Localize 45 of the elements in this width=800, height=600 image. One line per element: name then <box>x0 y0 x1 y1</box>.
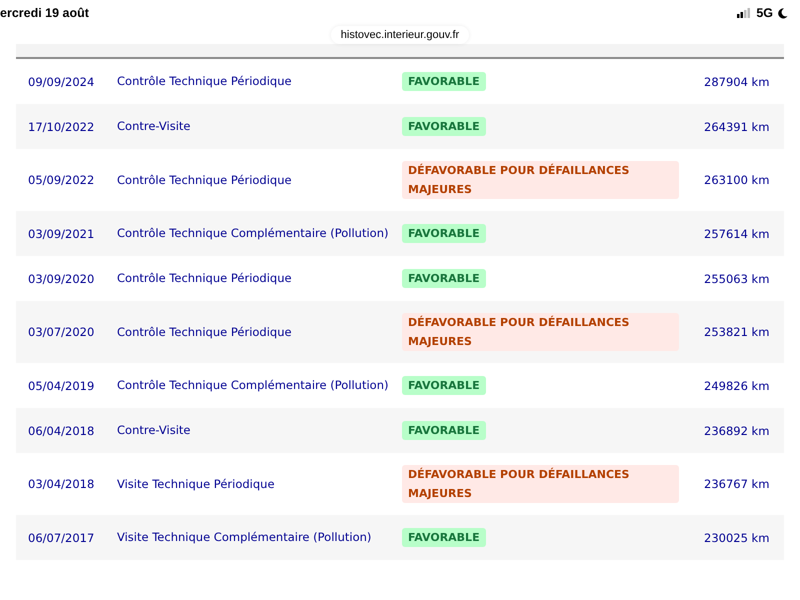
result-badge: FAVORABLE <box>402 224 486 243</box>
date-cell-text: 06/04/2018 <box>27 424 96 438</box>
result-badge: DÉFAVORABLE POUR DÉFAILLANCES MAJEURES <box>402 161 679 199</box>
result-badge: DÉFAVORABLE POUR DÉFAILLANCES MAJEURES <box>402 465 679 503</box>
result-badge: FAVORABLE <box>402 528 486 547</box>
inspection-type-cell-text: Contre-Visite <box>117 118 192 135</box>
mileage-cell-text: 236767 km <box>704 477 770 491</box>
date-cell-text: 03/04/2018 <box>27 477 96 491</box>
date-cell-text: 03/09/2021 <box>27 226 96 240</box>
inspection-type-cell-text: Contrôle Technique Complémentaire (Pollution) <box>117 377 390 394</box>
result-badge: FAVORABLE <box>402 421 486 440</box>
result-badge: FAVORABLE <box>402 117 486 136</box>
mileage-cell-text: 264391 km <box>704 120 770 134</box>
mileage-cell-text: 236892 km <box>704 424 770 438</box>
inspection-type-cell-text: Contrôle Technique Périodique <box>117 172 293 188</box>
signal-icon <box>737 8 752 18</box>
mileage-cell-text: 255063 km <box>704 272 770 286</box>
date-cell-text: 05/04/2019 <box>27 378 96 392</box>
mileage-cell-text: 253821 km <box>704 325 770 339</box>
mileage-cell-text: 230025 km <box>704 530 770 544</box>
result-badge: DÉFAVORABLE POUR DÉFAILLANCES MAJEURES <box>402 313 679 351</box>
mileage-cell-text: 249826 km <box>704 378 770 392</box>
mileage-cell-text: 257614 km <box>704 226 770 240</box>
date-cell-text: 09/09/2024 <box>27 74 96 88</box>
date-cell-text: 03/07/2020 <box>27 325 96 339</box>
inspection-type-cell-text: Contrôle Technique Périodique <box>117 73 293 90</box>
moon-icon <box>778 8 788 18</box>
inspection-type-cell-text: Contrôle Technique Complémentaire (Pollution) <box>117 225 390 242</box>
mileage-cell-text: 263100 km <box>704 173 770 187</box>
date-cell-text: 06/07/2017 <box>27 530 96 544</box>
date-cell-text: 17/10/2022 <box>27 120 96 134</box>
network-label: 5G <box>756 6 773 20</box>
inspection-type-cell-text: Contrôle Technique Périodique <box>117 324 293 340</box>
date-cell-text: 05/09/2022 <box>27 173 96 187</box>
address-bar[interactable]: histovec.interieur.gouv.fr <box>330 26 470 44</box>
date-cell-text: 03/09/2020 <box>27 272 96 286</box>
inspection-type-cell-text: Visite Technique Périodique <box>117 476 276 492</box>
inspection-type-cell-text: Contrôle Technique Périodique <box>117 270 293 287</box>
inspection-type-cell-text: Contre-Visite <box>117 422 192 439</box>
mileage-cell-text: 287904 km <box>704 74 770 88</box>
result-badge: FAVORABLE <box>402 72 486 91</box>
result-badge: FAVORABLE <box>402 376 486 395</box>
status-date: ercredi 19 août <box>0 6 89 20</box>
result-badge: FAVORABLE <box>402 269 486 288</box>
inspection-type-cell-text: Visite Technique Complémentaire (Pollution) <box>117 529 372 546</box>
